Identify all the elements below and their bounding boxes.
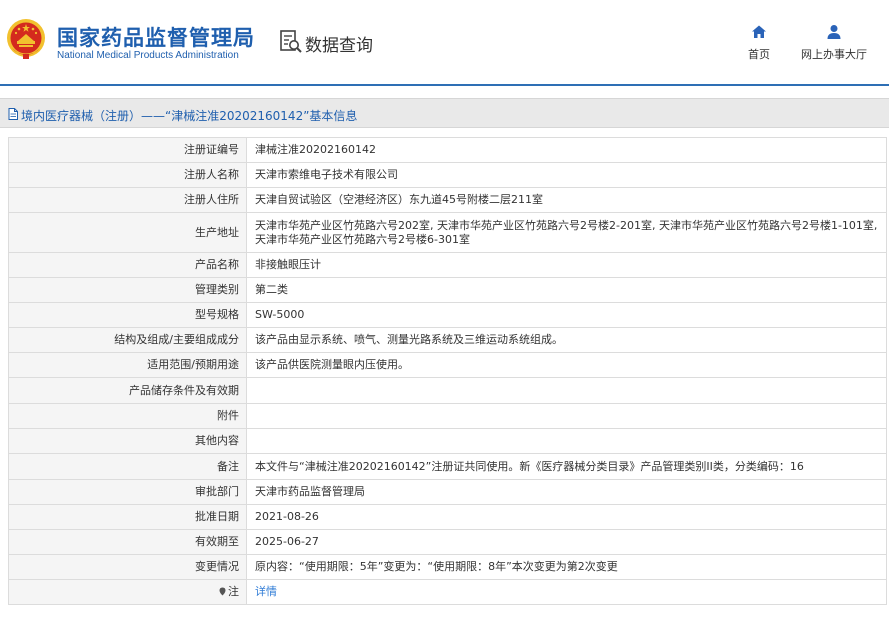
table-row: 批准日期 2021-08-26: [8, 504, 887, 530]
field-label: 批准日期: [8, 504, 247, 530]
field-value: 天津市索维电子技术有限公司: [246, 162, 887, 188]
note-label: 注: [228, 585, 239, 598]
field-value: [246, 403, 887, 429]
breadcrumb: 境内医疗器械（注册）——“津械注准20202160142”基本信息: [0, 98, 889, 128]
table-row: 产品名称 非接触眼压计: [8, 252, 887, 278]
nav-online-service-hall-label: 网上办事大厅: [801, 49, 867, 61]
table-row: 变更情况 原内容：“使用期限：5年”变更为：“使用期限：8年”本次变更为第2次变更: [8, 554, 887, 580]
table-row: 结构及组成/主要组成成分 该产品由显示系统、喷气、测量光路系统及三维运动系统组成。: [8, 327, 887, 353]
field-value: 非接触眼压计: [246, 252, 887, 278]
brand-name-en: National Medical Products Administration: [57, 50, 239, 61]
user-icon: [827, 25, 841, 39]
note-label-cell: 注: [8, 579, 247, 605]
field-label: 结构及组成/主要组成成分: [8, 327, 247, 353]
nav-home-label: 首页: [748, 49, 770, 61]
data-query-title: 数据查询: [305, 36, 373, 56]
table-row: 审批部门 天津市药品监督管理局: [8, 479, 887, 505]
field-label: 注册人名称: [8, 162, 247, 188]
brand-name-cn: 国家药品监督管理局: [57, 26, 255, 50]
field-label: 备注: [8, 453, 247, 480]
field-value: [246, 428, 887, 454]
table-row: 附件: [8, 403, 887, 429]
field-label: 产品名称: [8, 252, 247, 278]
field-value: 第二类: [246, 277, 887, 303]
field-label: 其他内容: [8, 428, 247, 454]
data-query-icon: [280, 30, 302, 53]
breadcrumb-text: 境内医疗器械（注册）——“津械注准20202160142”基本信息: [21, 109, 358, 123]
table-row: 其他内容: [8, 428, 887, 454]
note-value-cell: 详情: [246, 579, 887, 605]
table-row: 生产地址 天津市华苑产业区竹苑路六号202室, 天津市华苑产业区竹苑路六号2号楼2…: [8, 212, 887, 253]
nav-home[interactable]: 首页: [745, 24, 773, 62]
table-row: 适用范围/预期用途 该产品供医院测量眼内压使用。: [8, 352, 887, 378]
table-row: 注册证编号 津械注准20202160142: [8, 137, 887, 163]
field-label: 生产地址: [8, 212, 247, 253]
field-value: 2021-08-26: [246, 504, 887, 530]
table-row: 注册人住所 天津自贸试验区（空港经济区）东九道45号附楼二层211室: [8, 187, 887, 213]
details-link[interactable]: 详情: [255, 585, 277, 598]
table-row: 管理类别 第二类: [8, 277, 887, 303]
field-value: 该产品由显示系统、喷气、测量光路系统及三维运动系统组成。: [246, 327, 887, 353]
registration-info-table: 注册证编号 津械注准20202160142 注册人名称 天津市索维电子技术有限公司 注册…: [8, 137, 887, 605]
home-icon: [752, 25, 766, 38]
field-value: 天津自贸试验区（空港经济区）东九道45号附楼二层211室: [246, 187, 887, 213]
field-value: 该产品供医院测量眼内压使用。: [246, 352, 887, 378]
field-label: 适用范围/预期用途: [8, 352, 247, 378]
field-label: 管理类别: [8, 277, 247, 303]
table-row: 备注 本文件与“津械注准20202160142”注册证共同使用。新《医疗器械分类目…: [8, 453, 887, 480]
nav-online-service-hall[interactable]: 网上办事大厅: [800, 24, 868, 62]
field-value: SW-5000: [246, 302, 887, 328]
field-value: 2025-06-27: [246, 529, 887, 555]
field-label: 有效期至: [8, 529, 247, 555]
field-value: 天津市华苑产业区竹苑路六号202室, 天津市华苑产业区竹苑路六号2号楼2-201…: [246, 212, 887, 253]
field-label: 型号规格: [8, 302, 247, 328]
field-label: 注册人住所: [8, 187, 247, 213]
document-icon: [8, 108, 18, 120]
field-value: [246, 377, 887, 404]
table-row-note: 注 详情: [8, 579, 887, 605]
field-label: 产品储存条件及有效期: [8, 377, 247, 404]
table-row: 型号规格 SW-5000: [8, 302, 887, 328]
field-label: 注册证编号: [8, 137, 247, 163]
field-value: 天津市药品监督管理局: [246, 479, 887, 505]
field-value: 津械注准20202160142: [246, 137, 887, 163]
field-value: 本文件与“津械注准20202160142”注册证共同使用。新《医疗器械分类目录》…: [246, 453, 887, 480]
note-icon: [219, 587, 226, 596]
field-label: 附件: [8, 403, 247, 429]
field-value: 原内容：“使用期限：5年”变更为：“使用期限：8年”本次变更为第2次变更: [246, 554, 887, 580]
table-row: 有效期至 2025-06-27: [8, 529, 887, 555]
header-divider: [0, 84, 889, 86]
site-header: 国家药品监督管理局 National Medical Products Admi…: [0, 0, 889, 84]
table-row: 注册人名称 天津市索维电子技术有限公司: [8, 162, 887, 188]
field-label: 变更情况: [8, 554, 247, 580]
national-emblem-icon: [7, 19, 45, 59]
table-row: 产品储存条件及有效期: [8, 377, 887, 404]
field-label: 审批部门: [8, 479, 247, 505]
